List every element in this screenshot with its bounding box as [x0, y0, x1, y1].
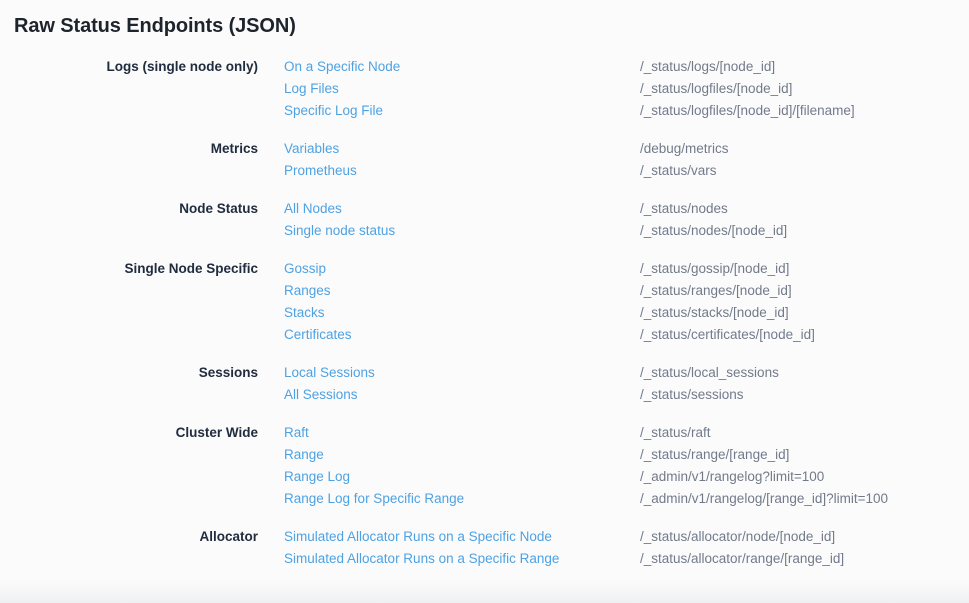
- endpoint-section: Allocator Simulated Allocator Runs on a S…: [0, 526, 969, 570]
- endpoint-path: /_status/nodes: [640, 198, 969, 220]
- endpoint-section: Single Node Specific GossipRangesStacksCe…: [0, 258, 969, 346]
- endpoint-links-column: On a Specific NodeLog FilesSpecific Log …: [284, 56, 614, 122]
- endpoint-path: /_status/logfiles/[node_id]: [640, 78, 969, 100]
- endpoint-path: /_admin/v1/rangelog/[range_id]?limit=100: [640, 488, 969, 510]
- endpoint-path: /_admin/v1/rangelog?limit=100: [640, 466, 969, 488]
- endpoint-paths-column: /_status/raft/_status/range/[range_id]/_…: [640, 422, 969, 510]
- endpoint-section: Sessions Local SessionsAll Sessions /_stat…: [0, 362, 969, 406]
- category-label: Metrics: [0, 138, 258, 182]
- endpoint-path: /_status/gossip/[node_id]: [640, 258, 969, 280]
- endpoints-table: Logs (single node only) On a Specific Nod…: [0, 56, 969, 570]
- endpoint-path: /_status/stacks/[node_id]: [640, 302, 969, 324]
- endpoint-links-column: Local SessionsAll Sessions: [284, 362, 614, 406]
- endpoint-path: /_status/logfiles/[node_id]/[filename]: [640, 100, 969, 122]
- endpoint-link[interactable]: Simulated Allocator Runs on a Specific N…: [284, 526, 614, 548]
- endpoint-link[interactable]: Range: [284, 444, 614, 466]
- endpoint-paths-column: /_status/gossip/[node_id]/_status/ranges…: [640, 258, 969, 346]
- endpoint-link[interactable]: Ranges: [284, 280, 614, 302]
- endpoint-links-column: GossipRangesStacksCertificates: [284, 258, 614, 346]
- endpoint-path: /debug/metrics: [640, 138, 969, 160]
- category-label: Sessions: [0, 362, 258, 406]
- endpoint-link[interactable]: Gossip: [284, 258, 614, 280]
- endpoint-path: /_status/raft: [640, 422, 969, 444]
- endpoint-section: Metrics VariablesPrometheus/debug/metrics…: [0, 138, 969, 182]
- category-label: Node Status: [0, 198, 258, 242]
- category-label: Allocator: [0, 526, 258, 570]
- endpoint-paths-column: /_status/logs/[node_id]/_status/logfiles…: [640, 56, 969, 122]
- endpoint-path: /_status/allocator/node/[node_id]: [640, 526, 969, 548]
- footer-band: [0, 581, 969, 603]
- endpoint-path: /_status/range/[range_id]: [640, 444, 969, 466]
- endpoint-link[interactable]: Raft: [284, 422, 614, 444]
- endpoint-link[interactable]: Stacks: [284, 302, 614, 324]
- category-label: Logs (single node only): [0, 56, 258, 122]
- endpoint-link[interactable]: Certificates: [284, 324, 614, 346]
- endpoint-link[interactable]: Single node status: [284, 220, 614, 242]
- endpoint-path: /_status/local_sessions: [640, 362, 969, 384]
- endpoint-path: /_status/nodes/[node_id]: [640, 220, 969, 242]
- endpoint-link[interactable]: Range Log: [284, 466, 614, 488]
- endpoint-section: Logs (single node only) On a Specific Nod…: [0, 56, 969, 122]
- page-title: Raw Status Endpoints (JSON): [0, 0, 969, 40]
- endpoint-link[interactable]: Range Log for Specific Range: [284, 488, 614, 510]
- endpoint-path: /_status/certificates/[node_id]: [640, 324, 969, 346]
- endpoint-section: Node Status All NodesSingle node status /_…: [0, 198, 969, 242]
- endpoint-paths-column: /_status/local_sessions/_status/sessions: [640, 362, 969, 406]
- endpoint-links-column: Simulated Allocator Runs on a Specific N…: [284, 526, 614, 570]
- category-label: Cluster Wide: [0, 422, 258, 510]
- endpoint-paths-column: /_status/allocator/node/[node_id]/_statu…: [640, 526, 969, 570]
- endpoint-path: /_status/allocator/range/[range_id]: [640, 548, 969, 570]
- endpoint-path: /_status/vars: [640, 160, 969, 182]
- endpoint-paths-column: /_status/nodes/_status/nodes/[node_id]: [640, 198, 969, 242]
- endpoint-link[interactable]: Prometheus: [284, 160, 614, 182]
- endpoint-link[interactable]: Log Files: [284, 78, 614, 100]
- endpoint-links-column: RaftRangeRange LogRange Log for Specific…: [284, 422, 614, 510]
- endpoint-link[interactable]: All Nodes: [284, 198, 614, 220]
- category-label: Single Node Specific: [0, 258, 258, 346]
- debug-page: Raw Status Endpoints (JSON) Logs (single…: [0, 0, 969, 603]
- endpoint-link[interactable]: On a Specific Node: [284, 56, 614, 78]
- endpoint-path: /_status/ranges/[node_id]: [640, 280, 969, 302]
- endpoint-links-column: All NodesSingle node status: [284, 198, 614, 242]
- endpoint-link[interactable]: Specific Log File: [284, 100, 614, 122]
- endpoint-link[interactable]: Simulated Allocator Runs on a Specific R…: [284, 548, 614, 570]
- endpoint-link[interactable]: Variables: [284, 138, 614, 160]
- endpoint-section: Cluster Wide RaftRangeRange LogRange Log …: [0, 422, 969, 510]
- endpoint-link[interactable]: Local Sessions: [284, 362, 614, 384]
- endpoint-path: /_status/logs/[node_id]: [640, 56, 969, 78]
- endpoint-links-column: VariablesPrometheus: [284, 138, 614, 182]
- endpoint-link[interactable]: All Sessions: [284, 384, 614, 406]
- endpoint-paths-column: /debug/metrics/_status/vars: [640, 138, 969, 182]
- endpoint-path: /_status/sessions: [640, 384, 969, 406]
